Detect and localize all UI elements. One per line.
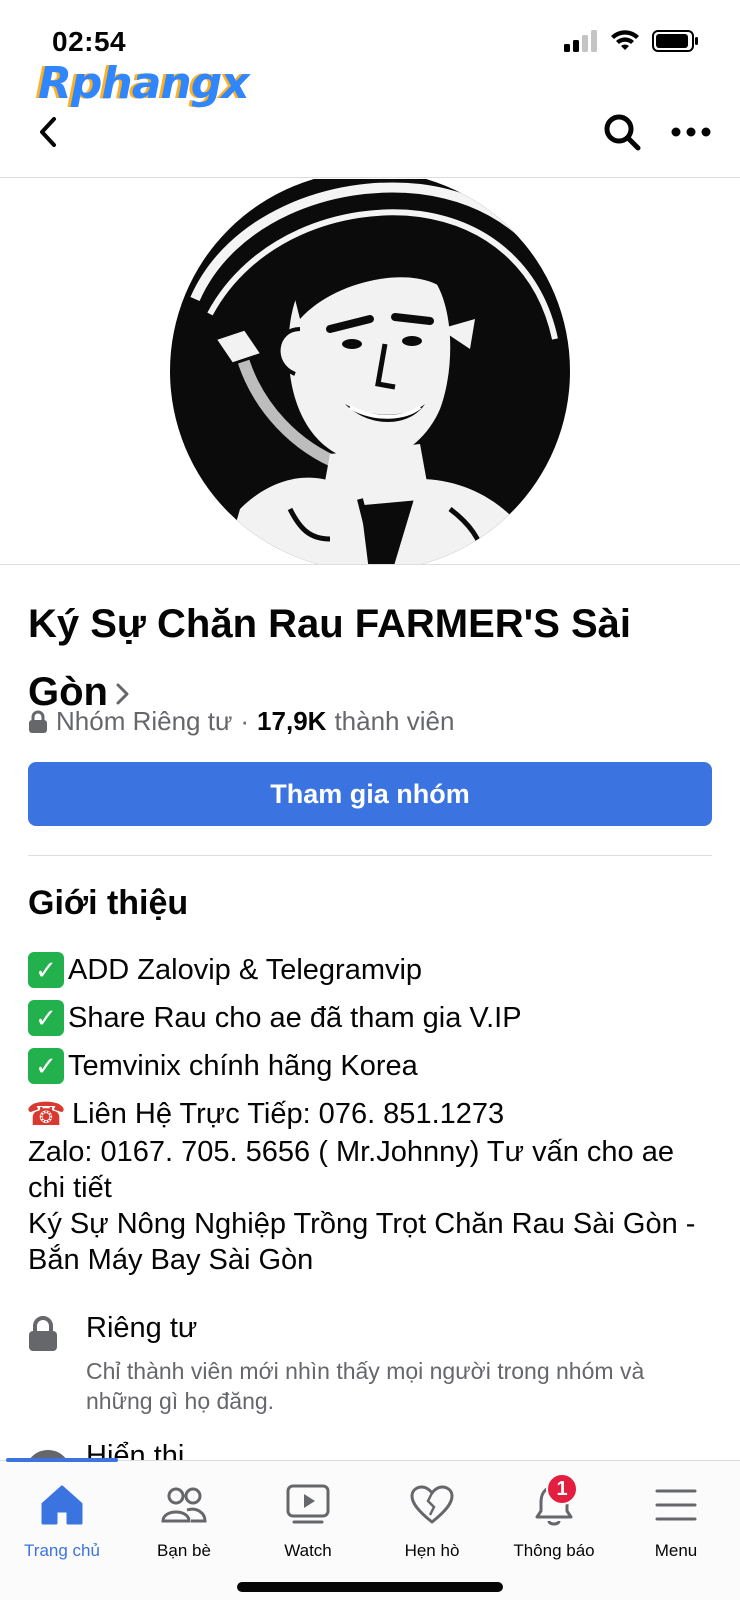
about-line-text: ADD Zalovip & Telegramvip: [68, 954, 423, 986]
more-options-button[interactable]: [666, 112, 716, 152]
join-group-button[interactable]: Tham gia nhóm: [28, 762, 712, 826]
more-dots-icon: [671, 127, 711, 137]
about-line: ✓ ADD Zalovip & Telegramvip: [28, 952, 718, 988]
active-tab-indicator: [6, 1458, 118, 1462]
tab-label: Bạn bè: [157, 1541, 211, 1560]
status-bar: 02:54: [0, 0, 740, 60]
top-nav-bar: [0, 100, 740, 178]
back-button[interactable]: [28, 112, 68, 152]
check-mark-icon: ✓: [28, 1000, 64, 1036]
tab-notifications[interactable]: 1 Thông báo: [494, 1473, 614, 1569]
about-description: ✓ ADD Zalovip & Telegramvip ✓ Share Rau …: [26, 952, 718, 1278]
farmer-portrait-image: [170, 179, 570, 564]
chevron-left-icon: [40, 117, 56, 147]
member-label: thành viên: [334, 706, 455, 736]
about-phone-line: ☎ Liên Hệ Trực Tiếp: 076. 851.1273: [26, 1096, 718, 1132]
tab-label: Watch: [284, 1541, 332, 1560]
tab-label: Menu: [654, 1541, 698, 1560]
privacy-title: Riêng tư: [86, 1312, 198, 1344]
about-desc-line: Ký Sự Nông Nghiệp Trồng Trọt Chăn Rau Sà…: [28, 1208, 696, 1276]
friends-icon: [158, 1479, 210, 1531]
meta-separator: ·: [240, 706, 250, 736]
about-heading: Giới thiệu: [28, 884, 189, 922]
bottom-tab-bar: Trang chủ Bạn bè Watch Hẹn hò 1 Thông bá…: [0, 1458, 740, 1600]
about-zalo-line: Zalo: 0167. 705. 5656 ( Mr.Johnny) Tư vấ…: [28, 1136, 674, 1204]
tab-label: Trang chủ: [24, 1541, 100, 1560]
search-icon: [604, 114, 641, 151]
watch-icon: [282, 1479, 334, 1531]
about-line-text: Share Rau cho ae đã tham gia V.IP: [68, 1002, 522, 1034]
lock-icon: [29, 1316, 57, 1351]
bell-icon: 1: [528, 1473, 580, 1531]
dating-heart-icon: [406, 1479, 458, 1531]
divider: [28, 855, 712, 856]
member-count: 17,9K: [257, 706, 327, 736]
lock-icon: [29, 710, 47, 733]
tab-label: Hẹn hò: [404, 1541, 460, 1560]
status-icons: [564, 30, 700, 52]
notification-badge: 1: [546, 1473, 578, 1505]
group-meta: Nhóm Riêng tư · 17,9K thành viên: [28, 706, 454, 737]
tab-home[interactable]: Trang chủ: [2, 1479, 122, 1569]
about-line-text: Temvinix chính hãng Korea: [68, 1050, 418, 1082]
group-cover-photo[interactable]: [0, 179, 740, 565]
wifi-icon: [611, 30, 639, 50]
signal-icon: [564, 30, 597, 52]
tab-watch[interactable]: Watch: [248, 1479, 368, 1569]
home-indicator[interactable]: [237, 1582, 503, 1592]
about-phone-text: Liên Hệ Trực Tiếp: 076. 851.1273: [72, 1098, 505, 1130]
about-line: ✓ Temvinix chính hãng Korea: [28, 1048, 718, 1084]
privacy-description: Chỉ thành viên mới nhìn thấy mọi người t…: [86, 1358, 645, 1414]
about-line: ✓ Share Rau cho ae đã tham gia V.IP: [28, 1000, 718, 1036]
search-button[interactable]: [600, 110, 644, 154]
home-icon: [36, 1479, 88, 1531]
privacy-type: Nhóm Riêng tư: [56, 706, 233, 736]
telephone-icon: ☎: [26, 1096, 66, 1132]
menu-icon: [650, 1479, 702, 1531]
check-mark-icon: ✓: [28, 1048, 64, 1084]
status-time: 02:54: [52, 26, 127, 57]
tab-label: Thông báo: [513, 1541, 595, 1560]
tab-friends[interactable]: Bạn bè: [124, 1479, 244, 1569]
battery-icon: [652, 30, 698, 52]
tab-dating[interactable]: Hẹn hò: [372, 1479, 492, 1569]
tab-menu[interactable]: Menu: [616, 1479, 736, 1569]
check-mark-icon: ✓: [28, 952, 64, 988]
